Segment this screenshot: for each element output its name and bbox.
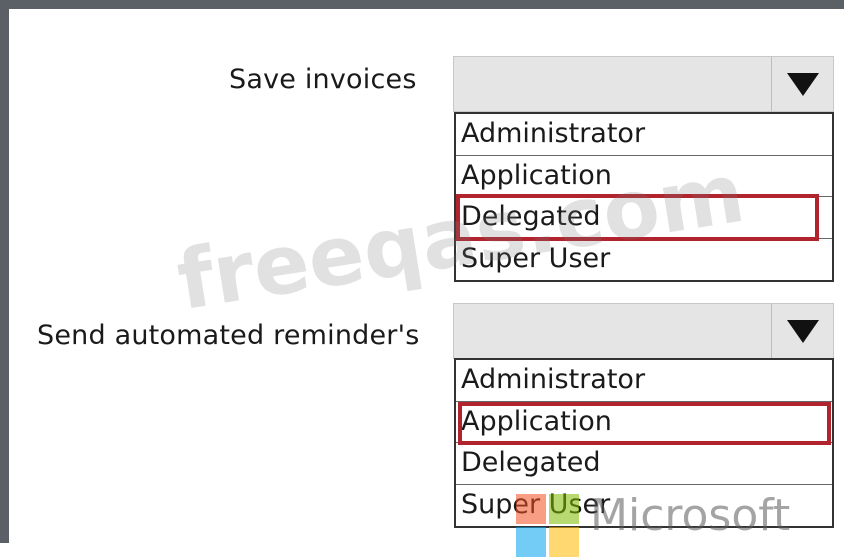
chevron-down-icon (786, 72, 819, 96)
option-application[interactable]: Application (456, 156, 832, 197)
chevron-down-icon (786, 319, 819, 343)
option-application[interactable]: Application (456, 402, 832, 443)
option-super-user[interactable]: Super User (456, 239, 832, 281)
save-invoices-dropdown[interactable] (453, 56, 834, 112)
save-invoices-dropdown-button[interactable] (771, 57, 833, 111)
send-reminders-options-list: Administrator Application Delegated Supe… (454, 358, 834, 528)
send-reminders-dropdown[interactable] (453, 303, 834, 359)
option-administrator[interactable]: Administrator (456, 360, 832, 402)
option-super-user[interactable]: Super User (456, 485, 832, 527)
option-delegated[interactable]: Delegated (456, 197, 832, 239)
option-delegated[interactable]: Delegated (456, 443, 832, 485)
send-reminders-dropdown-button[interactable] (771, 304, 833, 358)
send-reminders-label: Send automated reminder's (37, 320, 420, 351)
save-invoices-label: Save invoices (229, 64, 417, 95)
option-administrator[interactable]: Administrator (456, 114, 832, 156)
save-invoices-options-list: Administrator Application Delegated Supe… (454, 112, 834, 282)
